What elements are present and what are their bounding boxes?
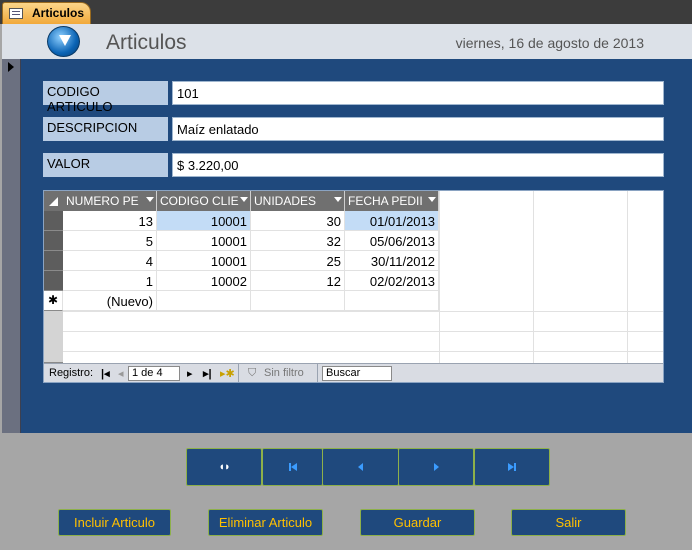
filter-icon: ⛉ (248, 367, 257, 379)
grid-line (63, 331, 663, 332)
table-cell[interactable] (251, 291, 345, 311)
first-record-button[interactable] (262, 448, 323, 486)
table-cell[interactable]: 30 (251, 211, 345, 231)
guardar-button[interactable]: Guardar (360, 509, 475, 536)
descripcion-field[interactable]: Maíz enlatado (172, 117, 664, 141)
page-title: Articulos (106, 31, 187, 54)
form-icon (9, 8, 23, 19)
last-record-nav-button[interactable]: ▸| (203, 367, 212, 380)
first-record-icon (288, 463, 297, 471)
sin-filtro-button[interactable]: Sin filtro (264, 367, 304, 379)
first-record-nav-button[interactable]: |◂ (101, 367, 110, 380)
grid-line (63, 351, 663, 352)
table-cell[interactable] (345, 291, 439, 311)
column-header-label: NUMERO PE (66, 194, 139, 208)
table-cell[interactable]: 10002 (157, 271, 251, 291)
table-cell[interactable]: 10001 (157, 231, 251, 251)
record-selector[interactable] (2, 59, 21, 433)
table-cell[interactable]: 1 (63, 271, 157, 291)
new-record-icon: ✱ (47, 293, 59, 307)
current-date: viernes, 16 de agosto de 2013 (455, 35, 644, 51)
row-selector[interactable] (44, 271, 63, 291)
search-input[interactable]: Buscar (322, 366, 392, 381)
eliminar-articulo-button[interactable]: Eliminar Articulo (208, 509, 323, 536)
next-record-icon (434, 463, 439, 471)
chevron-down-icon (240, 197, 248, 202)
next-record-button[interactable] (398, 448, 474, 486)
table-cell[interactable]: 10001 (157, 251, 251, 271)
column-header-numero-pedido[interactable]: NUMERO PE (63, 191, 157, 211)
salir-button[interactable]: Salir (511, 509, 626, 536)
incluir-articulo-button[interactable]: Incluir Articulo (58, 509, 171, 536)
column-header-label: CODIGO CLIE (160, 194, 239, 208)
column-header-label: FECHA PEDII (348, 194, 423, 208)
table-cell[interactable]: 01/01/2013 (345, 211, 439, 231)
grid-line (533, 191, 534, 365)
table-cell[interactable]: 12 (251, 271, 345, 291)
pedidos-subform: NUMERO PE CODIGO CLIE UNIDADES FECHA PED… (43, 190, 664, 383)
document-tab-bar (0, 0, 692, 24)
next-record-nav-button[interactable]: ▸ (187, 367, 193, 380)
select-all-corner[interactable] (44, 191, 63, 211)
table-cell[interactable] (157, 291, 251, 311)
table-cell[interactable]: 10001 (157, 211, 251, 231)
table-cell[interactable]: 13 (63, 211, 157, 231)
chevron-down-icon (428, 197, 436, 202)
table-cell[interactable]: 05/06/2013 (345, 231, 439, 251)
row-selector[interactable] (44, 211, 63, 231)
codigo-articulo-label: CODIGO ARTICULO (43, 81, 168, 114)
download-logo-icon (47, 26, 80, 57)
table-cell[interactable]: 30/11/2012 (345, 251, 439, 271)
new-record-cell[interactable]: (Nuevo) (63, 291, 157, 311)
tab-articulos[interactable]: Articulos (2, 2, 91, 24)
table-cell[interactable]: 25 (251, 251, 345, 271)
registro-label: Registro: (49, 367, 94, 379)
chevron-down-icon (334, 197, 342, 202)
row-selector[interactable] (44, 251, 63, 271)
current-record-arrow-icon (8, 62, 14, 72)
row-selector-empty (44, 311, 63, 363)
last-record-icon (508, 463, 516, 471)
record-navigation-bar: Registro: |◂ ◂ 1 de 4 ▸ ▸| ▸✱ ⛉ Sin filt… (44, 363, 663, 382)
divider (238, 364, 239, 382)
previous-record-button[interactable] (322, 448, 399, 486)
last-record-button[interactable] (474, 448, 550, 486)
codigo-articulo-field[interactable]: 101 (172, 81, 664, 105)
valor-label: VALOR (43, 153, 168, 177)
column-header-label: UNIDADES (254, 194, 317, 208)
new-record-selector[interactable]: ✱ (44, 291, 63, 311)
row-selector[interactable] (44, 231, 63, 251)
form-header: Articulos viernes, 16 de agosto de 2013 (2, 24, 692, 59)
grid-line (627, 191, 628, 365)
previous-record-nav-button[interactable]: ◂ (118, 367, 124, 380)
tab-label: Articulos (32, 6, 85, 20)
table-cell[interactable]: 5 (63, 231, 157, 251)
select-all-icon (49, 197, 58, 206)
grid-line (63, 311, 663, 312)
divider (317, 364, 318, 382)
valor-field[interactable]: $ 3.220,00 (172, 153, 664, 177)
record-position-field[interactable]: 1 de 4 (128, 366, 180, 381)
find-record-button[interactable]: ◖◗ (186, 448, 262, 486)
new-record-nav-button[interactable]: ▸✱ (220, 367, 235, 380)
column-header-fecha-pedido[interactable]: FECHA PEDII (345, 191, 439, 211)
column-header-unidades[interactable]: UNIDADES (251, 191, 345, 211)
column-header-codigo-cliente[interactable]: CODIGO CLIE (157, 191, 251, 211)
table-cell[interactable]: 4 (63, 251, 157, 271)
descripcion-label: DESCRIPCION (43, 117, 168, 141)
table-cell[interactable]: 02/02/2013 (345, 271, 439, 291)
grid-line (439, 191, 440, 365)
previous-record-icon (357, 463, 363, 471)
table-cell[interactable]: 32 (251, 231, 345, 251)
chevron-down-icon (146, 197, 154, 202)
binoculars-icon: ◖◗ (218, 461, 230, 473)
